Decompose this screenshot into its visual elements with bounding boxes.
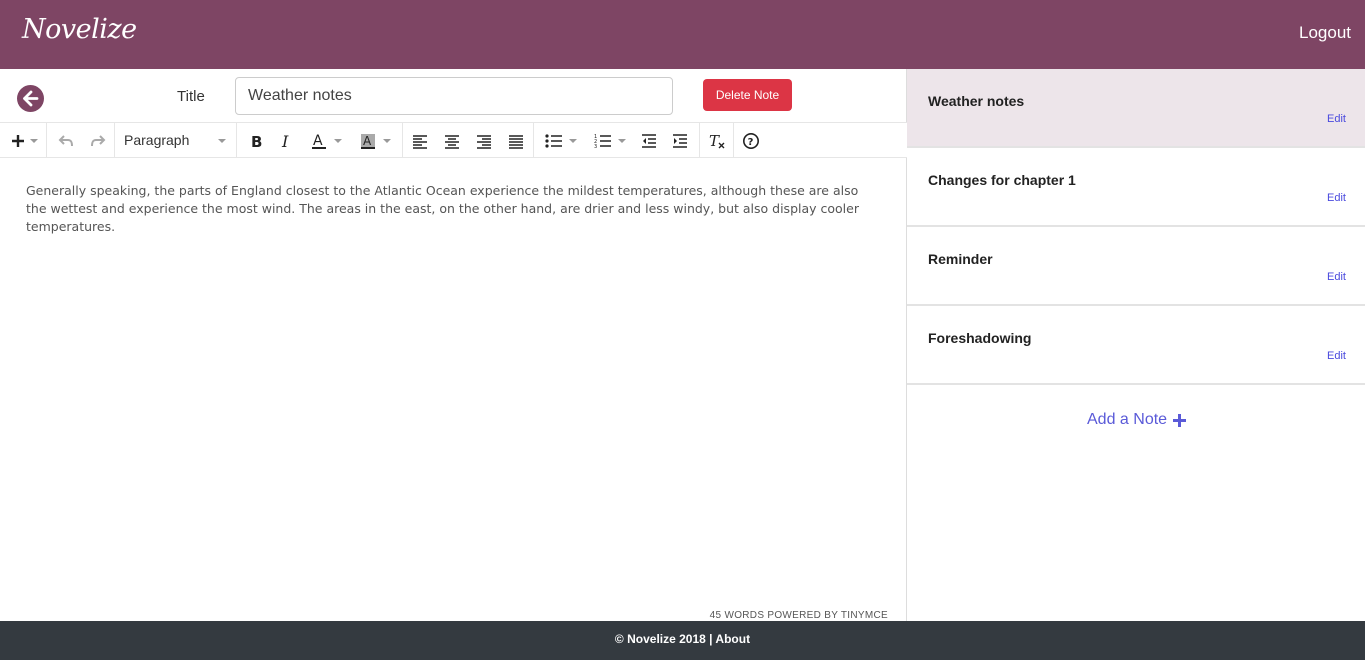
indent-button[interactable] [669,129,691,153]
align-center-icon [445,135,459,149]
outdent-icon [642,134,656,148]
back-button[interactable] [17,85,44,112]
indent-icon [673,134,687,148]
note-edit-link[interactable]: Edit [1327,192,1346,204]
toolbar-group-history [47,123,115,158]
numbered-list-icon: 123 [594,134,611,149]
add-note-label: Add a Note [1087,411,1168,428]
footer-copyright: © Novelize 2018 | [614,632,713,646]
svg-text:I: I [281,133,289,149]
title-label: Title [177,88,205,105]
redo-icon [91,135,106,147]
align-left-icon [413,135,427,149]
note-item[interactable]: Weather notes Edit [907,69,1365,148]
plus-icon [12,135,24,147]
numbered-list-button[interactable]: 123 [590,129,630,153]
note-title: Reminder [928,251,993,267]
outdent-button[interactable] [638,129,660,153]
background-color-icon: A [361,134,375,149]
help-button[interactable]: ? [740,129,762,153]
top-navbar: Novelize Logout [0,0,1365,69]
chevron-down-icon [30,139,38,143]
plus-icon [1173,413,1187,427]
note-item[interactable]: Changes for chapter 1 Edit [907,148,1365,227]
bold-button[interactable]: B [245,129,267,153]
note-edit-link[interactable]: Edit [1327,350,1346,362]
svg-text:3: 3 [594,144,597,149]
bold-icon: B [251,133,262,149]
editor-statusbar: 45 WORDS POWERED BY TINYMCE [709,610,888,621]
logout-link[interactable]: Logout [1299,23,1351,43]
note-edit-link[interactable]: Edit [1327,113,1346,125]
note-title: Changes for chapter 1 [928,172,1076,188]
toolbar-group-clear: T [700,123,734,158]
help-icon: ? [743,133,759,149]
svg-text:A: A [313,133,323,149]
chevron-down-icon [569,139,577,143]
note-title: Foreshadowing [928,330,1032,346]
note-item[interactable]: Foreshadowing Edit [907,306,1365,385]
italic-icon: I [281,133,289,149]
svg-text:B: B [251,133,262,149]
insert-menu-button[interactable] [8,129,40,153]
page-footer: © Novelize 2018 | About [0,621,1365,660]
bullet-list-icon [545,134,562,148]
svg-text:A: A [363,134,372,148]
chevron-down-icon [383,139,391,143]
notes-sidebar: Weather notes Edit Changes for chapter 1… [907,69,1365,621]
italic-button[interactable]: I [276,129,298,153]
clear-formatting-button[interactable]: T [706,129,728,153]
about-link[interactable]: About [715,632,750,646]
chevron-down-icon [218,139,226,143]
format-select[interactable]: Paragraph [124,132,189,148]
clear-formatting-icon: T [709,132,725,150]
brand-logo[interactable]: Novelize [22,14,137,45]
align-left-button[interactable] [409,129,431,153]
note-title: Weather notes [928,93,1025,109]
align-justify-icon [509,135,523,149]
align-center-button[interactable] [441,129,463,153]
undo-button[interactable] [55,129,77,153]
editor-toolbar: Paragraph B I A A 1 2 3 T ? [0,122,907,158]
align-justify-button[interactable] [505,129,527,153]
undo-icon [58,135,73,147]
add-note-button[interactable]: Add a Note [1087,411,1187,429]
editor-content[interactable]: Generally speaking, the parts of England… [26,182,876,236]
arrow-left-icon [23,90,39,107]
text-color-icon: A [312,133,326,149]
toolbar-group-text: B I A A [237,123,403,158]
note-item[interactable]: Reminder Edit [907,227,1365,306]
bullet-list-button[interactable] [541,129,581,153]
chevron-down-icon [618,139,626,143]
editor-pane: Title Delete Note Paragraph [0,69,907,621]
background-color-button[interactable]: A [354,129,396,153]
toolbar-group-lists: 123 [534,123,700,158]
text-color-button[interactable]: A [306,129,346,153]
chevron-down-icon [334,139,342,143]
align-right-icon [477,135,491,149]
align-right-button[interactable] [473,129,495,153]
toolbar-group-format: Paragraph [115,123,237,158]
delete-note-button[interactable]: Delete Note [703,79,792,111]
title-input[interactable] [235,77,673,115]
note-edit-link[interactable]: Edit [1327,271,1346,283]
svg-text:T: T [709,132,720,150]
svg-text:?: ? [748,137,754,148]
toolbar-group-insert [0,123,47,158]
redo-button[interactable] [87,129,109,153]
toolbar-group-align [403,123,534,158]
